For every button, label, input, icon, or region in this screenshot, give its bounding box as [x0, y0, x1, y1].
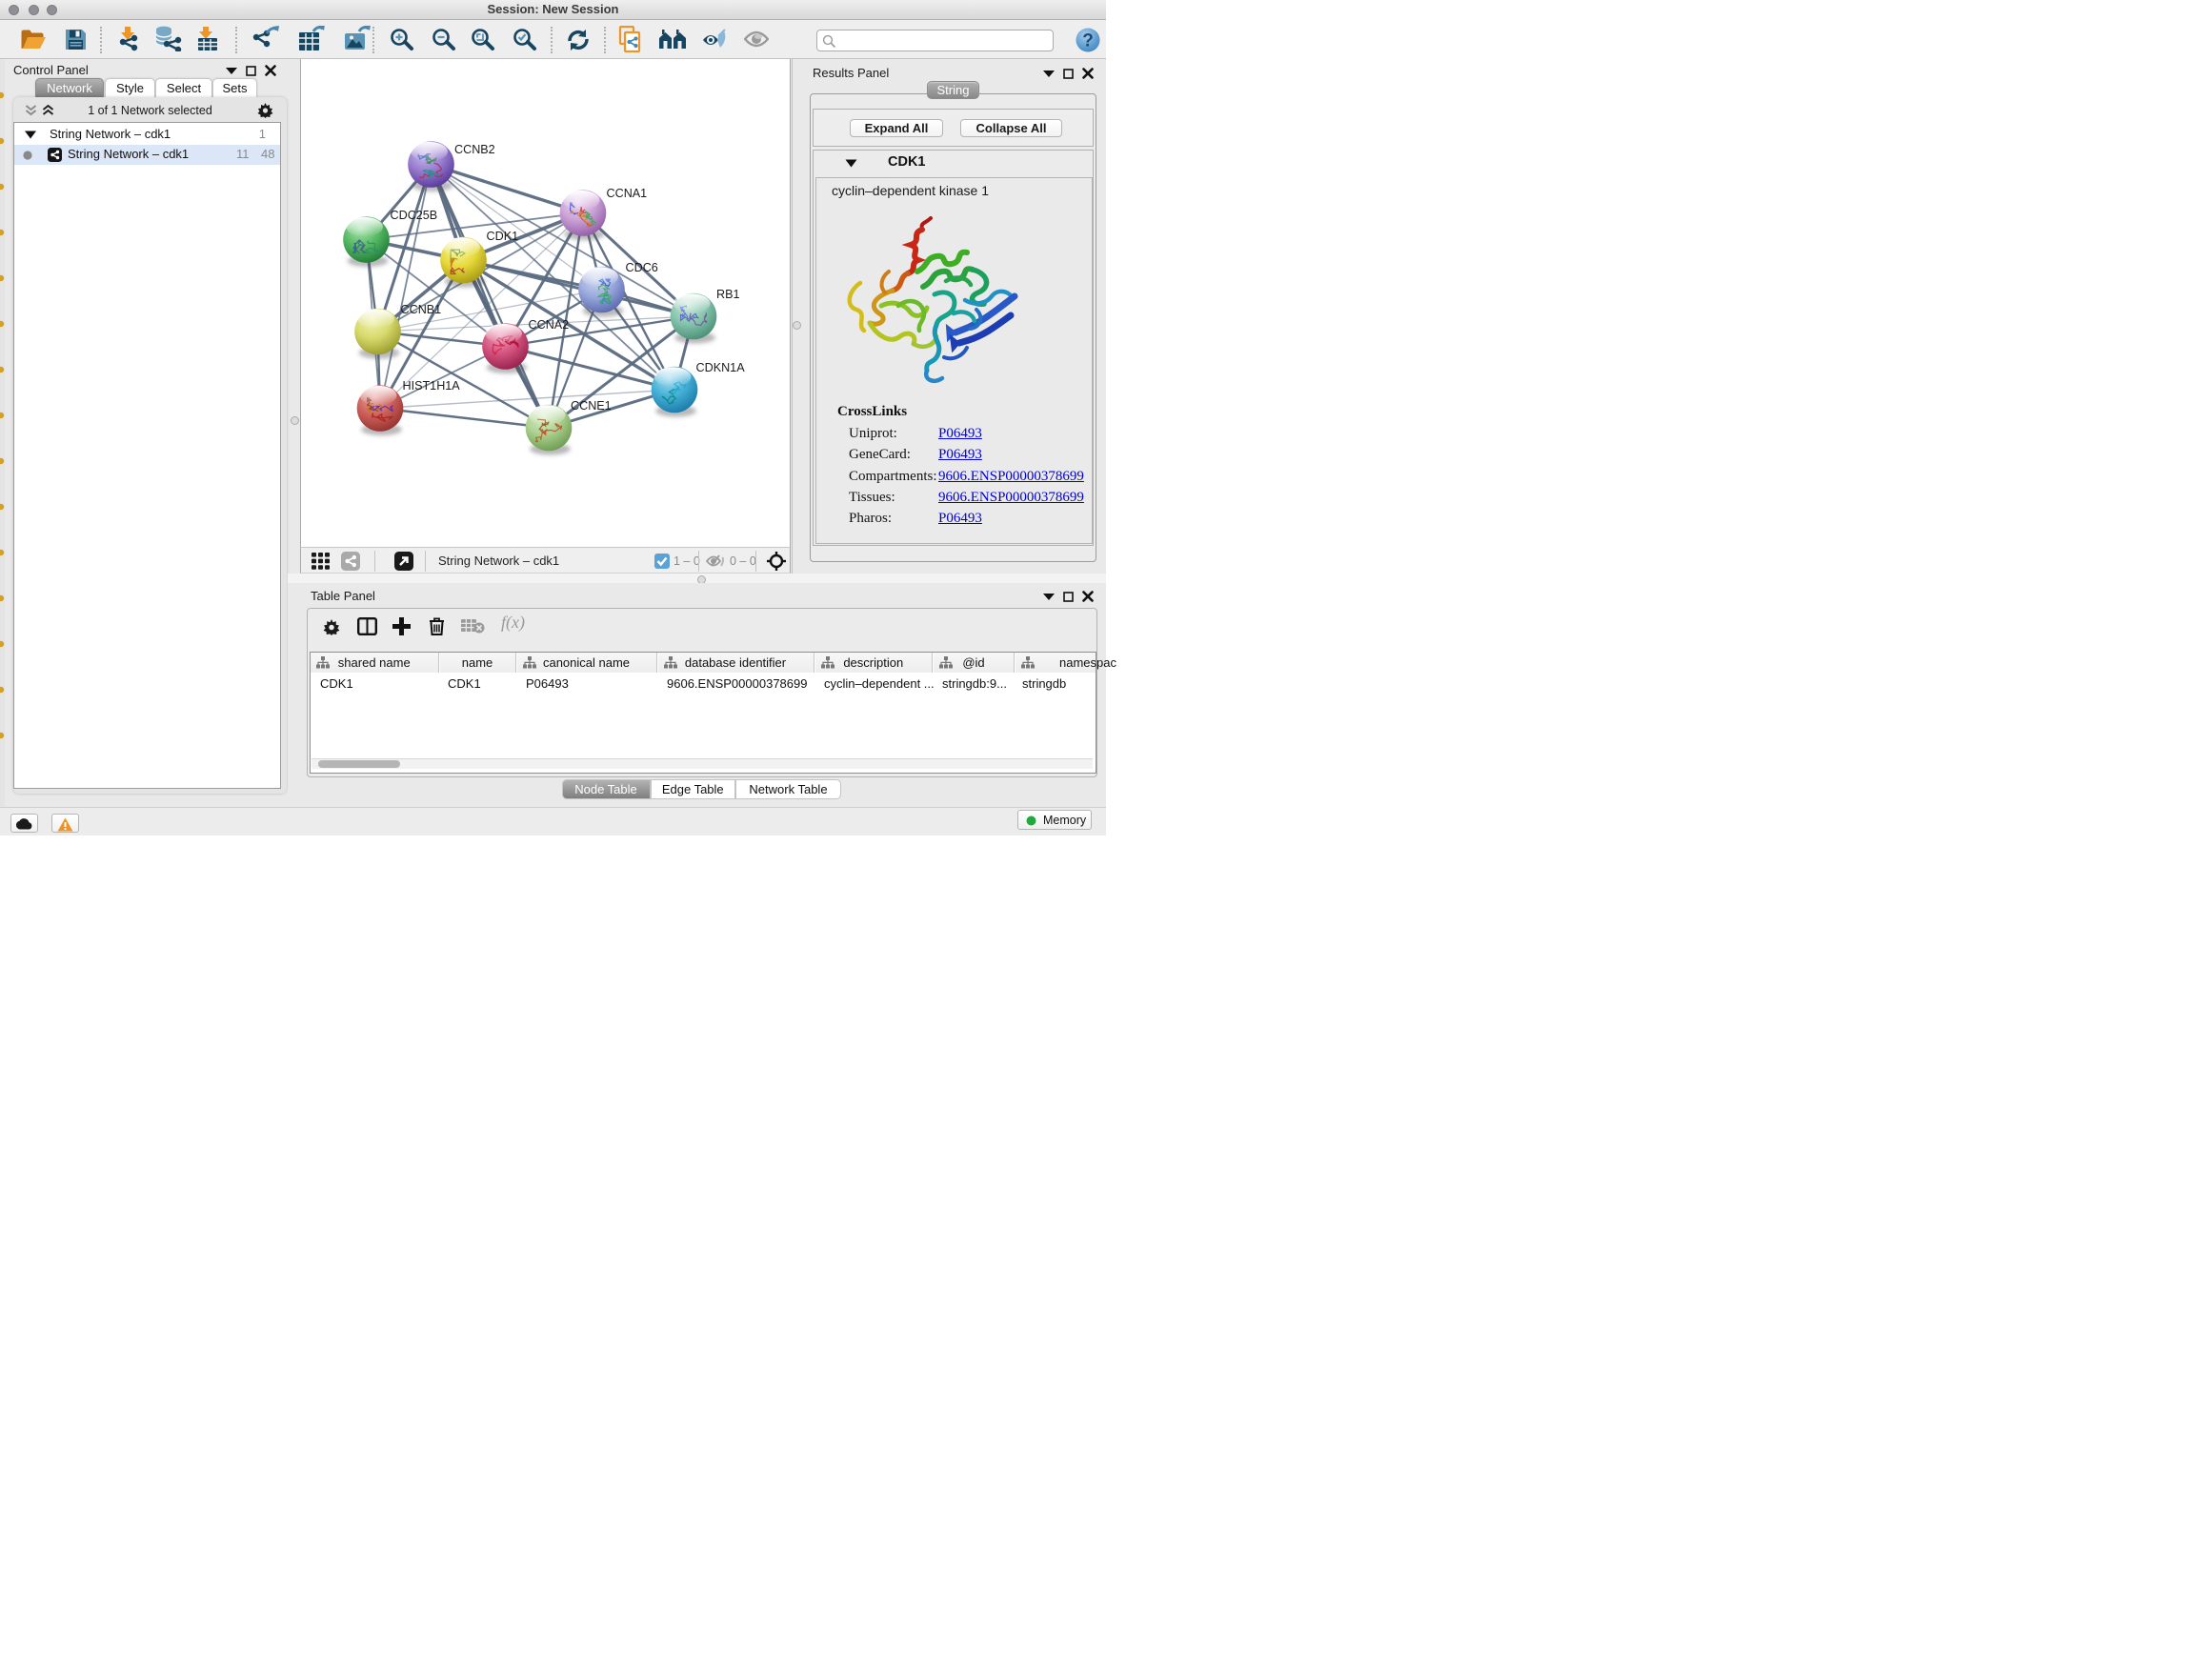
svg-text:?: ?	[1082, 31, 1094, 51]
